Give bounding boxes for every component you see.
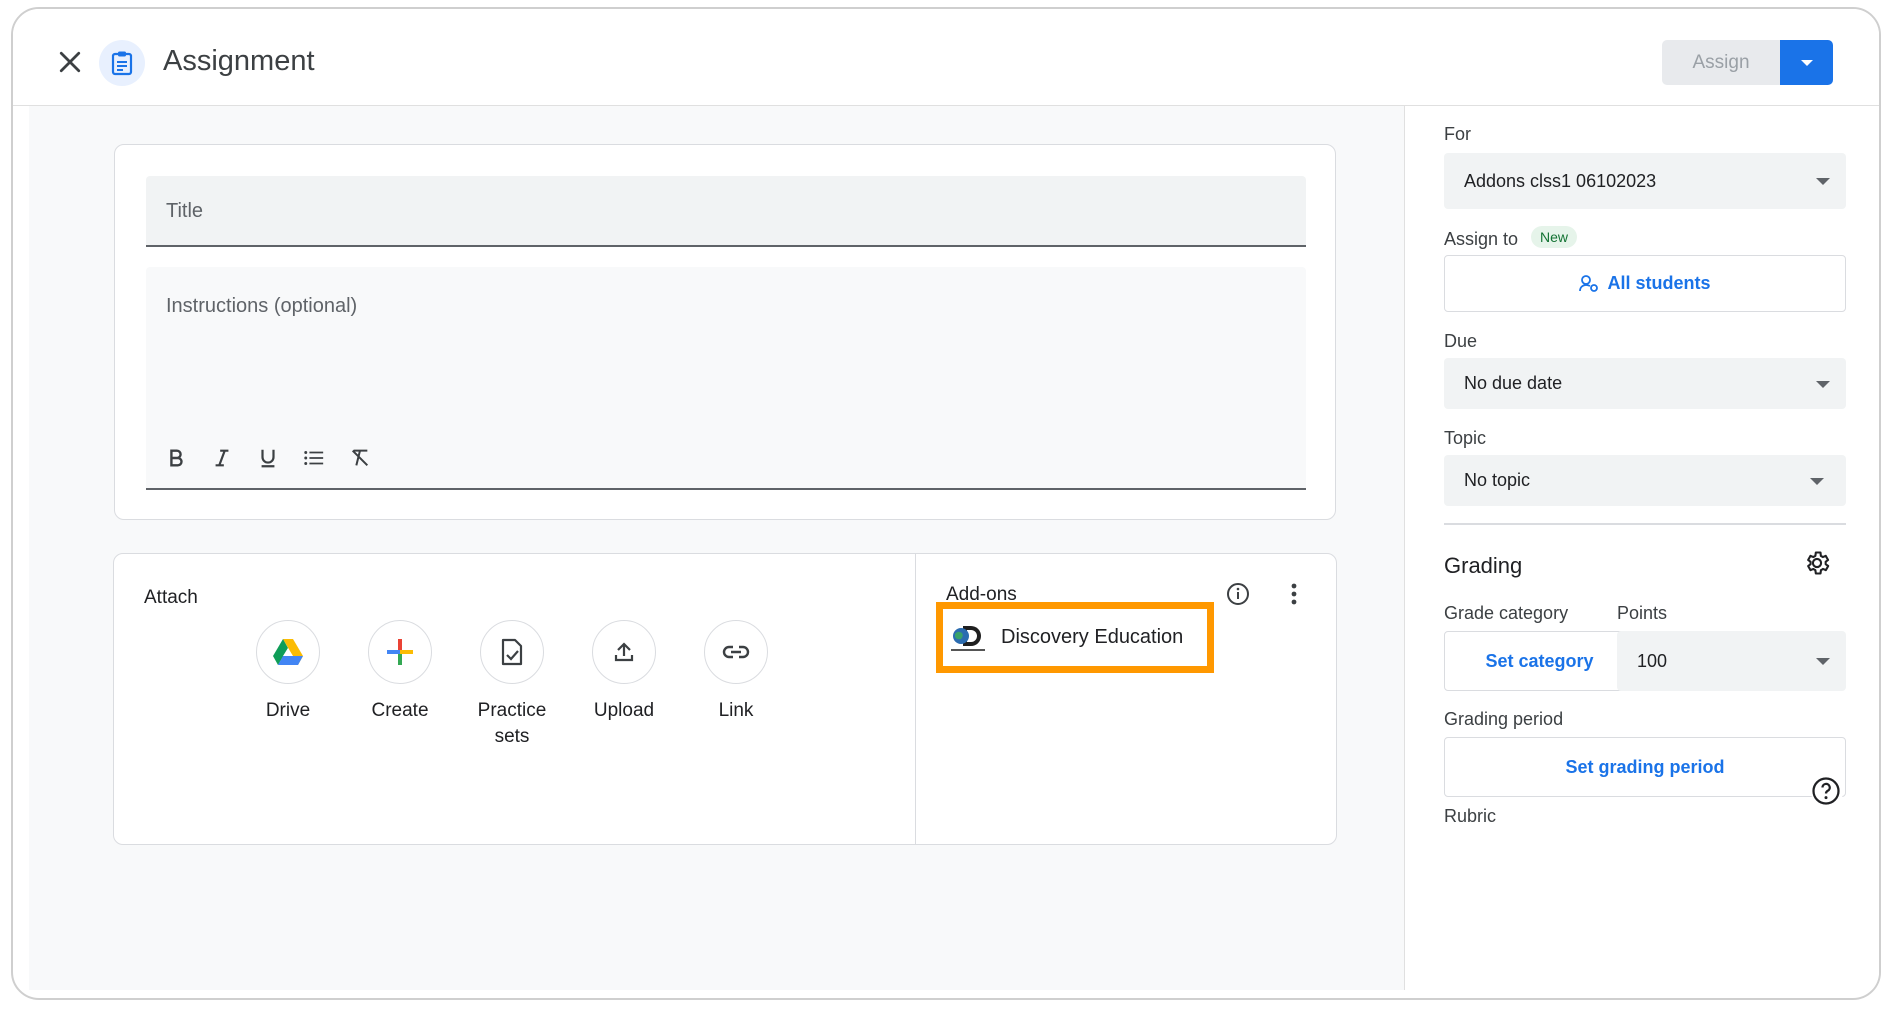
points-value: 100	[1637, 650, 1668, 671]
bulleted-list-icon[interactable]	[298, 442, 330, 474]
assignment-details-card: Title Instructions (optional)	[114, 144, 1336, 520]
set-category-label: Set category	[1485, 650, 1594, 671]
attach-create-button[interactable]: Create	[344, 620, 456, 724]
attachments-card: Attach Drive Create Practice sets Upload…	[113, 553, 1337, 845]
help-icon[interactable]	[1811, 776, 1843, 808]
title-placeholder: Title	[166, 200, 204, 222]
close-icon[interactable]	[55, 47, 85, 77]
attach-drive-button[interactable]: Drive	[232, 620, 344, 724]
info-icon[interactable]	[1222, 578, 1254, 610]
set-category-button[interactable]: Set category	[1444, 631, 1635, 691]
grading-period-label: Grading period	[1444, 709, 1564, 729]
practice-sets-icon	[480, 620, 544, 684]
class-select-value: Addons clss1 06102023	[1464, 170, 1657, 191]
more-vert-icon[interactable]	[1282, 578, 1306, 610]
attach-section: Attach Drive Create Practice sets Upload…	[114, 554, 916, 844]
instructions-input[interactable]: Instructions (optional)	[146, 267, 1306, 490]
instructions-placeholder: Instructions (optional)	[166, 295, 358, 317]
person-settings-icon	[1579, 274, 1599, 293]
for-label: For	[1444, 124, 1471, 144]
grade-category-label: Grade category	[1444, 603, 1569, 623]
caret-down-icon	[1810, 477, 1824, 485]
clear-formatting-icon[interactable]	[344, 442, 376, 474]
points-label: Points	[1617, 603, 1668, 623]
assign-button[interactable]: Assign	[1662, 40, 1780, 85]
due-date-value: No due date	[1464, 373, 1563, 393]
gear-icon[interactable]	[1803, 549, 1835, 581]
grading-heading: Grading	[1444, 553, 1523, 578]
upload-icon	[592, 620, 656, 684]
assignment-icon	[99, 40, 145, 86]
underline-icon[interactable]	[252, 442, 284, 474]
discovery-education-logo	[949, 622, 989, 654]
main-content: Title Instructions (optional) Attach Dri…	[29, 106, 1404, 990]
points-select[interactable]: 100	[1617, 631, 1846, 691]
set-grading-period-label: Set grading period	[1565, 756, 1725, 777]
rubric-label: Rubric	[1444, 806, 1497, 826]
assign-to-label: Assign to	[1444, 229, 1519, 249]
assign-to-button[interactable]: All students	[1444, 255, 1846, 312]
topic-select[interactable]: No topic	[1444, 455, 1846, 506]
caret-down-icon	[1816, 178, 1830, 185]
formatting-toolbar	[160, 442, 376, 474]
attach-upload-label: Upload	[593, 700, 655, 721]
assign-to-value: All students	[1607, 273, 1711, 293]
caret-down-icon	[1816, 658, 1830, 665]
due-label: Due	[1444, 331, 1478, 351]
attach-label: Attach	[144, 587, 198, 608]
attach-practice-sets-label: Practice sets	[477, 700, 547, 747]
new-badge: New	[1531, 226, 1578, 248]
attach-create-label: Create	[371, 700, 429, 721]
italic-icon[interactable]	[206, 442, 238, 474]
header: Assignment Assign	[13, 9, 1879, 106]
attach-link-button[interactable]: Link	[680, 620, 792, 724]
addon-discovery-education[interactable]: Discovery Education	[936, 602, 1214, 673]
google-drive-icon	[256, 620, 320, 684]
plus-icon	[368, 620, 432, 684]
title-input[interactable]: Title	[146, 176, 1306, 247]
caret-down-icon	[1816, 380, 1830, 388]
assign-options-button[interactable]	[1780, 40, 1833, 85]
app-window: Assignment Assign Title Instructions (op…	[11, 7, 1881, 1000]
bold-icon[interactable]	[160, 442, 192, 474]
class-select[interactable]: Addons clss1 06102023	[1444, 153, 1846, 209]
settings-panel: For Addons clss1 06102023 Assign to New …	[1404, 106, 1879, 990]
topic-label: Topic	[1444, 428, 1487, 448]
due-date-select[interactable]: No due date	[1444, 358, 1846, 409]
topic-value: No topic	[1464, 470, 1531, 490]
link-icon	[704, 620, 768, 684]
set-grading-period-button[interactable]: Set grading period	[1444, 737, 1846, 797]
attach-upload-button[interactable]: Upload	[568, 620, 680, 724]
attach-drive-label: Drive	[265, 700, 311, 721]
addon-name: Discovery Education	[1001, 626, 1184, 648]
caret-down-icon	[1800, 59, 1813, 66]
attach-practice-sets-button[interactable]: Practice sets	[456, 620, 568, 750]
attach-link-label: Link	[718, 700, 754, 721]
page-title: Assignment	[163, 45, 315, 77]
divider	[1444, 523, 1846, 525]
